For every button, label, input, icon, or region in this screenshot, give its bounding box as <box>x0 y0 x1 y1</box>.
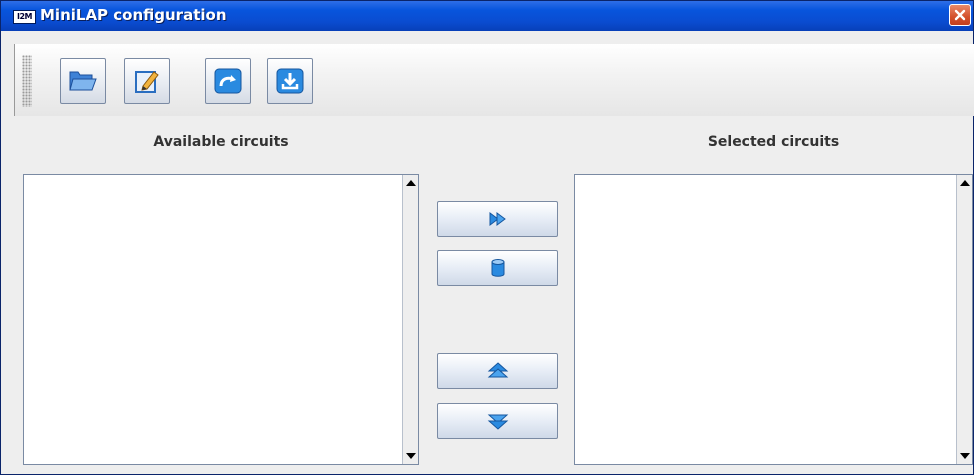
toolbar-grip[interactable] <box>22 55 32 107</box>
database-icon <box>491 259 504 277</box>
available-circuits-label: Available circuits <box>153 134 289 150</box>
move-down-button[interactable] <box>437 403 558 439</box>
edit-pencil-icon <box>135 71 159 93</box>
scroll-up-arrow[interactable] <box>403 175 418 191</box>
triangle-down-icon <box>405 453 416 459</box>
triangle-down-icon <box>959 453 970 459</box>
app-logo-icon: I2M <box>13 10 36 24</box>
edit-button[interactable] <box>124 58 170 104</box>
scroll-down-arrow[interactable] <box>403 448 418 464</box>
curved-arrow-icon <box>214 68 242 94</box>
selected-circuits-list[interactable] <box>574 174 973 465</box>
open-button[interactable] <box>60 58 106 104</box>
scroll-up-arrow[interactable] <box>957 175 972 191</box>
move-up-button[interactable] <box>437 353 558 389</box>
arrow-down-icon <box>487 414 508 430</box>
close-button[interactable] <box>949 4 971 26</box>
close-icon <box>954 9 966 21</box>
scroll-down-arrow[interactable] <box>957 448 972 464</box>
download-button[interactable] <box>267 58 313 104</box>
app-window: I2M MiniLAP configuration Available circ… <box>0 0 974 475</box>
window-title: MiniLAP configuration <box>40 6 227 24</box>
download-tray-icon <box>276 68 304 94</box>
triangle-up-icon <box>959 180 970 186</box>
selected-scrollbar[interactable] <box>956 175 972 464</box>
double-arrow-right-icon <box>489 212 506 226</box>
arrow-up-icon <box>487 362 508 378</box>
available-scrollbar[interactable] <box>402 175 418 464</box>
triangle-up-icon <box>405 180 416 186</box>
redo-button[interactable] <box>205 58 251 104</box>
title-bar[interactable]: I2M MiniLAP configuration <box>1 1 973 31</box>
remove-button[interactable] <box>437 250 558 286</box>
folder-open-icon <box>69 71 97 91</box>
available-circuits-list[interactable] <box>23 174 419 465</box>
selected-circuits-label: Selected circuits <box>707 134 840 150</box>
add-button[interactable] <box>437 201 558 237</box>
